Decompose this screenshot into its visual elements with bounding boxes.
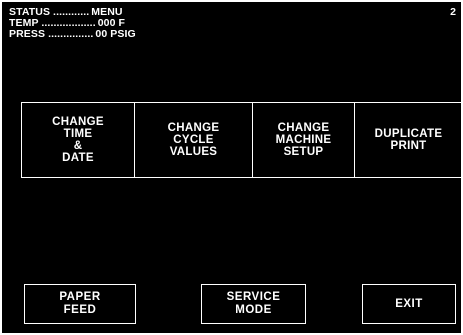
change-time-date-button[interactable]: CHANGE TIME & DATE [22, 103, 135, 177]
change-machine-setup-button[interactable]: CHANGE MACHINE SETUP [253, 103, 355, 177]
action-bar: CHANGE TIME & DATE CHANGE CYCLE VALUES C… [21, 102, 461, 178]
change-cycle-values-button[interactable]: CHANGE CYCLE VALUES [135, 103, 253, 177]
press-label: PRESS ............... [9, 28, 94, 40]
press-value: 00 PSIG [95, 28, 136, 40]
screen-number: 2 [450, 6, 456, 18]
status-row-press: PRESS ............... 00 PSIG [9, 29, 309, 40]
duplicate-print-button[interactable]: DUPLICATE PRINT [355, 103, 461, 177]
service-mode-button[interactable]: SERVICE MODE [201, 284, 306, 324]
status-panel: STATUS ............ MENU TEMP ..........… [9, 7, 309, 40]
paper-feed-button[interactable]: PAPER FEED [24, 284, 136, 324]
exit-button[interactable]: EXIT [362, 284, 456, 324]
controller-screen: STATUS ............ MENU TEMP ..........… [2, 2, 461, 333]
